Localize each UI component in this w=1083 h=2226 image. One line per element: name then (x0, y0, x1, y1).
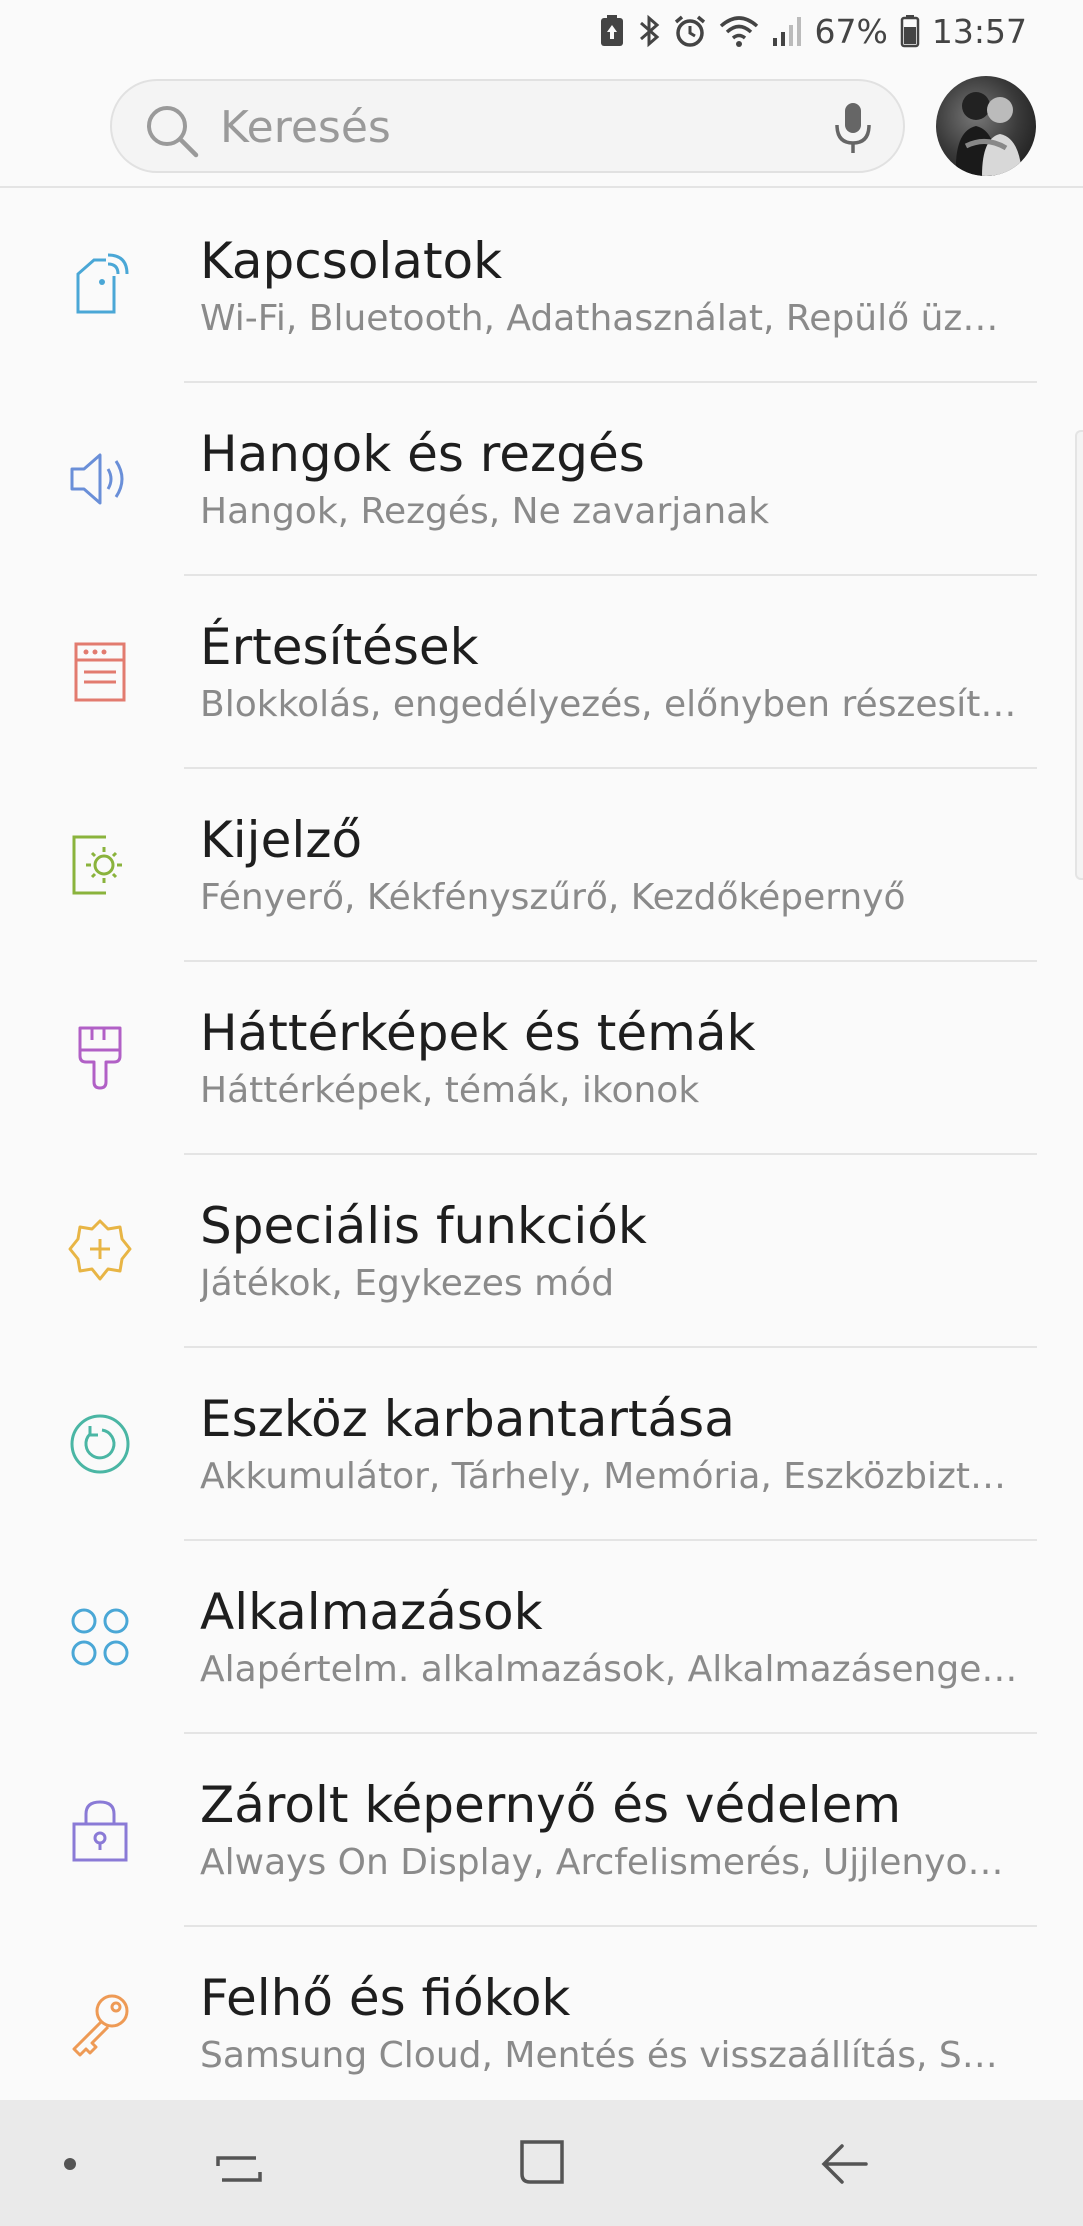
item-title: Zárolt képernyő és védelem (200, 1776, 902, 1834)
battery-saver-notification-icon (599, 14, 625, 48)
settings-item-advanced-features[interactable]: Speciális funkciók Játékok, Egykezes mód (0, 1155, 1083, 1348)
connections-icon (66, 252, 134, 320)
settings-item-apps[interactable]: Alkalmazások Alapértelm. alkalmazások, A… (0, 1541, 1083, 1734)
item-subtitle: Always On Display, Arcfelismerés, Ujjlen… (200, 1842, 1020, 1883)
settings-item-display[interactable]: Kijelző Fényerő, Kékfényszűrő, Kezdőképe… (0, 769, 1083, 962)
back-button-icon[interactable] (820, 2140, 870, 2194)
item-subtitle: Fényerő, Kékfényszűrő, Kezdőképernyő (200, 877, 906, 918)
clock: 13:57 (931, 11, 1027, 51)
lock-icon (66, 1796, 134, 1864)
item-subtitle: Blokkolás, engedélyezés, előnyben részes… (200, 684, 1020, 725)
item-title: Hangok és rezgés (200, 425, 645, 483)
search-bar[interactable] (110, 79, 905, 173)
item-title: Speciális funkciók (200, 1197, 647, 1255)
search-input[interactable] (220, 99, 800, 155)
signal-icon (771, 14, 803, 48)
microphone-icon[interactable] (833, 101, 873, 159)
item-subtitle: Hangok, Rezgés, Ne zavarjanak (200, 491, 770, 532)
search-icon (142, 101, 202, 165)
display-icon (66, 831, 134, 899)
home-button-icon[interactable] (516, 2136, 568, 2192)
recent-apps-icon[interactable] (214, 2140, 264, 2194)
settings-item-connections[interactable]: Kapcsolatok Wi-Fi, Bluetooth, Adathaszná… (0, 190, 1083, 383)
item-subtitle: Alapértelm. alkalmazások, Alkalmazásenge… (200, 1649, 1020, 1690)
speaker-icon (66, 445, 134, 513)
item-subtitle: Háttérképek, témák, ikonok (200, 1070, 700, 1111)
battery-icon (900, 14, 920, 48)
settings-item-wallpapers-themes[interactable]: Háttérképek és témák Háttérképek, témák,… (0, 962, 1083, 1155)
item-subtitle: Wi-Fi, Bluetooth, Adathasználat, Repülő … (200, 298, 1020, 339)
paintbrush-icon (66, 1024, 134, 1092)
wifi-icon (719, 14, 759, 48)
item-title: Kapcsolatok (200, 232, 503, 290)
battery-percentage: 67% (814, 11, 888, 51)
nav-dot-icon[interactable] (62, 2156, 78, 2176)
item-title: Értesítések (200, 618, 479, 676)
device-maintenance-icon (66, 1410, 134, 1478)
item-subtitle: Játékok, Egykezes mód (200, 1263, 615, 1304)
item-subtitle: Akkumulátor, Tárhely, Memória, Eszközbiz… (200, 1456, 1020, 1497)
settings-header (0, 62, 1083, 188)
alarm-icon (673, 14, 707, 48)
settings-item-device-maintenance[interactable]: Eszköz karbantartása Akkumulátor, Tárhel… (0, 1348, 1083, 1541)
bluetooth-icon (637, 13, 661, 49)
item-subtitle: Samsung Cloud, Mentés és visszaállítás, … (200, 2035, 1020, 2076)
settings-item-sounds[interactable]: Hangok és rezgés Hangok, Rezgés, Ne zava… (0, 383, 1083, 576)
settings-item-lock-screen-security[interactable]: Zárolt képernyő és védelem Always On Dis… (0, 1734, 1083, 1927)
apps-icon (66, 1603, 134, 1671)
notifications-icon (66, 638, 134, 706)
profile-avatar[interactable] (936, 76, 1036, 176)
settings-item-notifications[interactable]: Értesítések Blokkolás, engedélyezés, elő… (0, 576, 1083, 769)
item-title: Eszköz karbantartása (200, 1390, 735, 1448)
scroll-indicator[interactable] (1075, 430, 1083, 880)
advanced-features-gear-icon (66, 1217, 134, 1285)
item-title: Felhő és fiókok (200, 1969, 571, 2027)
item-title: Kijelző (200, 811, 363, 869)
navigation-bar (0, 2100, 1083, 2226)
settings-list: Kapcsolatok Wi-Fi, Bluetooth, Adathaszná… (0, 190, 1083, 2120)
status-icons: 67% 13:57 (599, 12, 1027, 51)
item-title: Alkalmazások (200, 1583, 543, 1641)
status-bar: 67% 13:57 (0, 0, 1083, 62)
key-icon (66, 1989, 134, 2057)
item-title: Háttérképek és témák (200, 1004, 756, 1062)
settings-item-cloud-accounts[interactable]: Felhő és fiókok Samsung Cloud, Mentés és… (0, 1927, 1083, 2120)
